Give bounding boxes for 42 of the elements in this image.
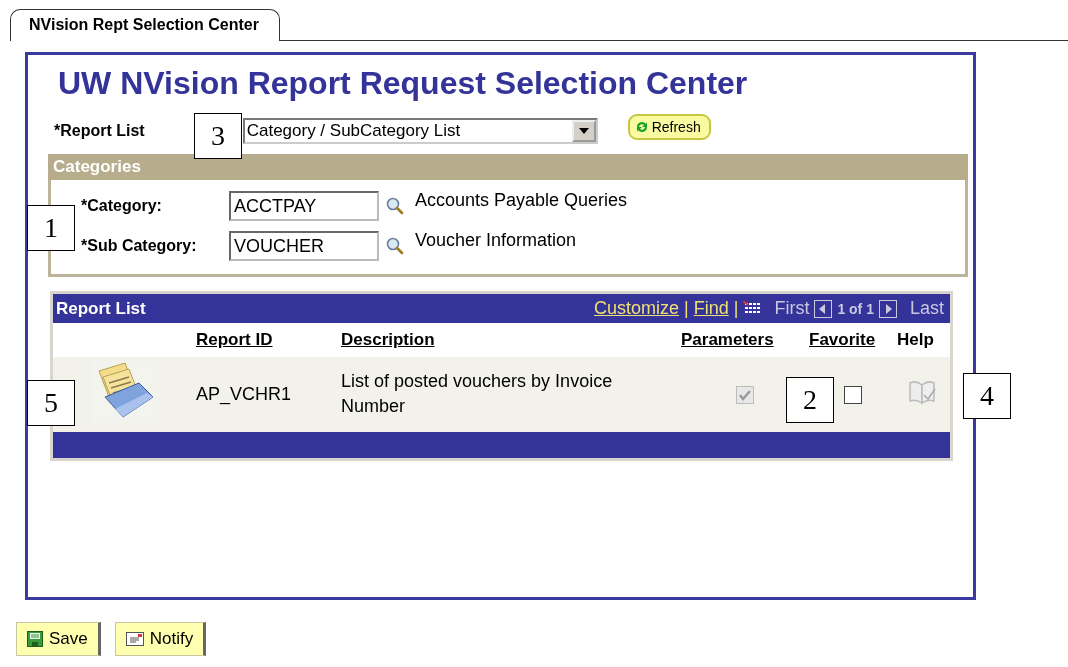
field-label: *Report List bbox=[54, 122, 145, 140]
last-link[interactable]: Last bbox=[909, 298, 944, 319]
page-tab[interactable]: NVision Rept Selection Center bbox=[10, 9, 280, 41]
field-label: *Sub Category: bbox=[81, 237, 198, 255]
dropdown-caret-icon bbox=[578, 128, 589, 134]
first-link[interactable]: First bbox=[774, 298, 810, 319]
field-label: *Category: bbox=[81, 197, 163, 215]
save-button[interactable]: Save bbox=[16, 622, 101, 656]
customize-link[interactable]: Customize bbox=[593, 298, 679, 319]
notify-button[interactable]: Notify bbox=[114, 622, 207, 656]
column-header[interactable]: Description bbox=[341, 330, 435, 349]
previous-icon[interactable] bbox=[814, 299, 833, 318]
separator: | bbox=[684, 298, 689, 319]
envelope-icon bbox=[125, 632, 144, 646]
field-description: Voucher Information bbox=[415, 229, 577, 251]
search-icon[interactable] bbox=[385, 236, 405, 256]
report-list-dropdown[interactable]: Category / SubCategory List bbox=[242, 118, 598, 144]
group-header: Categories bbox=[48, 154, 968, 180]
input-field[interactable]: VOUCHER bbox=[229, 231, 379, 261]
callout-number: 1 bbox=[27, 205, 75, 251]
next-icon[interactable] bbox=[878, 299, 897, 318]
table-cell: AP_VCHR1 bbox=[196, 356, 341, 432]
page-title: UW NVision Report Request Selection Center bbox=[58, 65, 749, 102]
separator: | bbox=[733, 298, 739, 319]
page-count: 1 of 1 bbox=[837, 300, 874, 317]
column-header: Help bbox=[897, 329, 934, 349]
callout-number: 5 bbox=[27, 380, 75, 426]
refresh-icon bbox=[634, 120, 649, 134]
callout-number: 3 bbox=[194, 113, 242, 159]
column-header[interactable]: Parameters bbox=[681, 329, 774, 349]
column-header[interactable]: Favorite bbox=[809, 329, 876, 349]
search-icon[interactable] bbox=[385, 196, 405, 216]
refresh-button[interactable]: Refresh bbox=[627, 114, 711, 140]
column-header[interactable]: Report ID bbox=[196, 329, 273, 349]
grid-title: Report List bbox=[56, 298, 146, 319]
input-field[interactable]: ACCTPAY bbox=[229, 191, 379, 221]
callout-number: 4 bbox=[963, 373, 1011, 419]
field-description: Accounts Payable Queries bbox=[415, 189, 628, 211]
table-cell: List of posted vouchers by Invoice Number bbox=[341, 356, 681, 432]
find-link[interactable]: Find bbox=[693, 298, 729, 319]
favorite-checkbox[interactable] bbox=[844, 386, 862, 405]
callout-number: 2 bbox=[786, 377, 834, 423]
